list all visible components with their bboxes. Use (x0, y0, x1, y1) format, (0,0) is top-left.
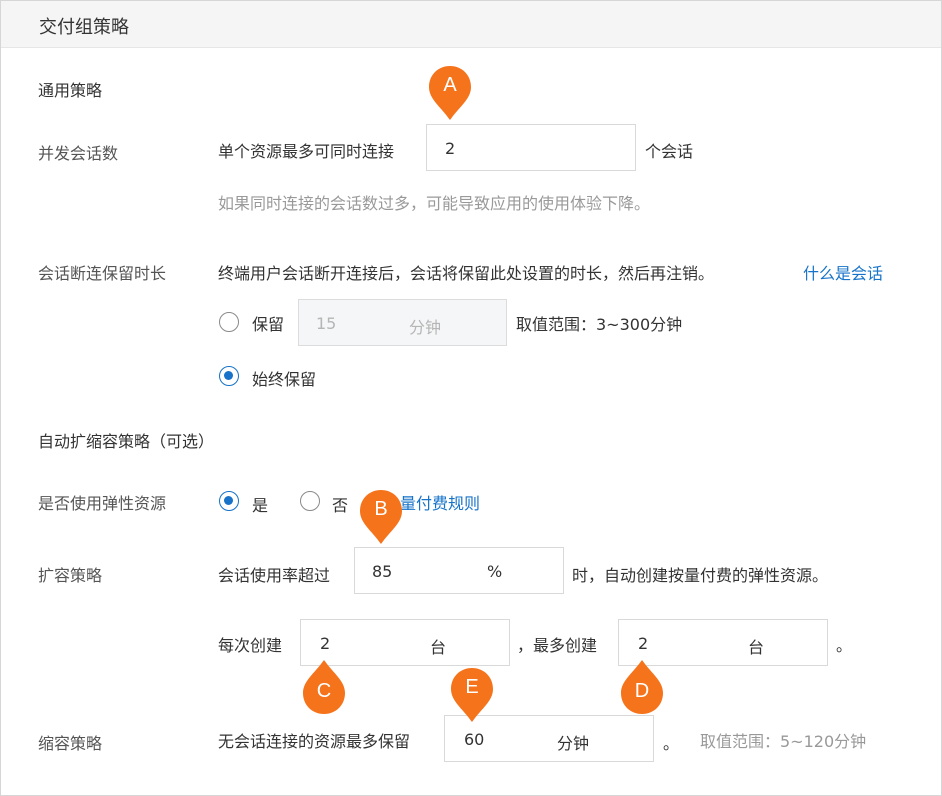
scale-out-suffix: 时，自动创建按量付费的弹性资源。 (572, 566, 829, 585)
elastic-no-radio[interactable] (300, 491, 320, 511)
scale-in-range: 取值范围：5~120分钟 (700, 732, 867, 751)
callout-marker-b: B (358, 488, 404, 546)
callout-letter-c: C (316, 680, 332, 702)
retention-minutes-unit: 分钟 (409, 318, 442, 337)
what-is-session-link[interactable]: 什么是会话 (803, 260, 883, 284)
elastic-yes-radio[interactable] (219, 491, 239, 511)
scale-in-prefix: 无会话连接的资源最多保留 (218, 732, 411, 751)
panel-header: 交付组策略 (1, 1, 941, 48)
concurrent-sessions-label: 并发会话数 (38, 144, 119, 163)
callout-marker-a: A (427, 64, 473, 122)
elastic-resource-label: 是否使用弹性资源 (38, 494, 167, 513)
scale-out-label: 扩容策略 (38, 566, 103, 585)
callout-letter-a: A (443, 74, 457, 96)
scale-out-end: 。 (836, 636, 853, 655)
idle-retention-unit: 分钟 (557, 734, 590, 753)
autoscale-section-title: 自动扩缩容策略（可选） (38, 432, 215, 451)
usage-threshold-unit: % (487, 562, 503, 581)
retention-keep-label: 保留 (252, 315, 285, 334)
idle-retention-value: 60 (464, 730, 485, 749)
concurrent-sessions-input[interactable]: 2 (426, 124, 636, 171)
retention-description: 终端用户会话断开连接后，会话将保留此处设置的时长，然后再注销。 (218, 264, 715, 283)
callout-letter-d: D (634, 680, 650, 702)
retention-minutes-input[interactable]: 15 分钟 (298, 299, 507, 346)
panel-title: 交付组策略 (39, 17, 129, 38)
each-create-label: 每次创建 (218, 636, 283, 655)
callout-letter-e: E (465, 676, 479, 698)
elastic-yes-label: 是 (252, 496, 269, 515)
max-create-label: ，最多创建 (517, 636, 598, 655)
max-create-value: 2 (638, 634, 649, 653)
scale-in-end: 。 (663, 734, 680, 753)
retention-minutes-value: 15 (316, 314, 337, 333)
usage-threshold-input[interactable]: 85 % (354, 547, 564, 594)
scale-in-label: 缩容策略 (38, 734, 103, 753)
retention-keep-radio[interactable] (219, 312, 239, 332)
concurrent-sessions-prefix: 单个资源最多可同时连接 (218, 142, 395, 161)
retention-always-radio[interactable] (219, 366, 239, 386)
concurrent-sessions-value: 2 (445, 139, 456, 158)
concurrent-sessions-suffix: 个会话 (645, 142, 694, 161)
callout-marker-c: C (301, 658, 347, 716)
elastic-no-label: 否 (332, 496, 349, 515)
usage-threshold-value: 85 (372, 562, 393, 581)
retention-range: 取值范围：3~300分钟 (516, 315, 683, 334)
callout-marker-d: D (619, 658, 665, 716)
retention-always-label: 始终保留 (252, 370, 317, 389)
billing-rules-link[interactable]: 量付费规则 (400, 490, 480, 514)
retention-label: 会话断连保留时长 (38, 264, 167, 283)
callout-marker-e: E (449, 666, 495, 724)
each-create-unit: 台 (430, 638, 447, 657)
general-section-title: 通用策略 (38, 81, 103, 100)
concurrent-sessions-hint: 如果同时连接的会话数过多，可能导致应用的使用体验下降。 (218, 194, 651, 213)
callout-letter-b: B (374, 498, 388, 520)
each-create-value: 2 (320, 634, 331, 653)
scale-out-prefix: 会话使用率超过 (218, 566, 331, 585)
max-create-unit: 台 (748, 638, 765, 657)
